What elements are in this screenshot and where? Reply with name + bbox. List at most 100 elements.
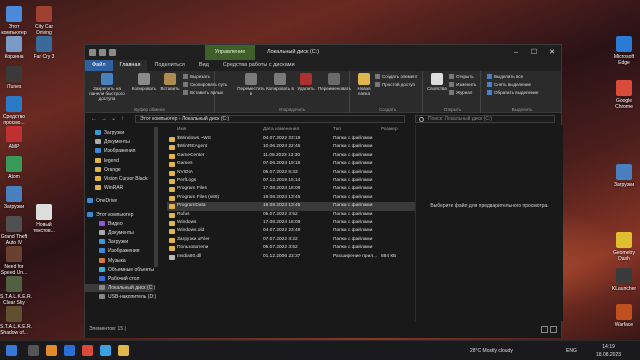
desktop-icon[interactable]: S.T.A.L.K.E.R. Shadow of...: [0, 306, 32, 336]
paste-button[interactable]: Вставить: [159, 73, 181, 91]
file-row[interactable]: ProgramData 18.08.2023 13:45 Папка с файла…: [167, 202, 415, 211]
maximize-button[interactable]: ☐: [525, 45, 543, 60]
nav-item[interactable]: Документы: [85, 138, 153, 146]
start-icon[interactable]: [6, 345, 17, 356]
file-row[interactable]: Windows.old 04.07.2022 23:49 Папка с файла…: [167, 227, 415, 235]
chrome-icon[interactable]: [82, 345, 93, 356]
pin-button[interactable]: Закрепить на панели быстрого доступа: [87, 73, 127, 101]
language-indicator[interactable]: ENG: [566, 341, 577, 360]
app-icon[interactable]: [46, 345, 57, 356]
edge-icon[interactable]: [64, 345, 75, 356]
properties-button[interactable]: Свойства: [427, 73, 447, 91]
file-row[interactable]: $WinREAgent 10.06.2023 22:45 Папка с файла…: [167, 143, 415, 151]
browser-icon[interactable]: [100, 345, 111, 356]
column-type[interactable]: Тип: [333, 125, 341, 134]
nav-item[interactable]: Объемные объекты: [85, 266, 154, 274]
close-button[interactable]: ✕: [543, 45, 561, 60]
copy-path-button[interactable]: Скопировать путь: [183, 82, 227, 88]
desktop-icon[interactable]: AMP: [0, 126, 28, 150]
file-row[interactable]: Program Files (x86) 18.08.2023 13:45 Папка…: [167, 194, 415, 202]
edit-button[interactable]: Изменить: [449, 82, 476, 88]
clock[interactable]: 14:19 18.08.2023: [596, 343, 621, 359]
file-explorer-icon[interactable]: [118, 345, 129, 356]
delete-button[interactable]: Удалить: [295, 73, 317, 91]
folder-icon[interactable]: [89, 49, 96, 56]
nav-item[interactable]: Этот компьютер: [85, 211, 153, 219]
nav-item[interactable]: Vision Cursor Black: [85, 175, 153, 183]
nav-item[interactable]: Документы: [85, 229, 153, 237]
column-name[interactable]: Имя: [177, 125, 186, 134]
nav-item[interactable]: Загрузки: [85, 238, 153, 246]
desktop-icon[interactable]: Grand Theft Auto IV: [0, 216, 28, 246]
nav-item[interactable]: USB-накопитель (D:): [85, 293, 156, 301]
desktop-icon[interactable]: Google Chrome: [610, 80, 638, 110]
select-all-button[interactable]: Выделить все: [487, 74, 523, 80]
tab-home[interactable]: Главная: [112, 60, 148, 71]
column-size[interactable]: Размер: [381, 125, 398, 134]
desktop-icon[interactable]: Загрузки: [0, 186, 28, 210]
tiles-view-icon[interactable]: [550, 326, 557, 333]
desktop-icon[interactable]: Корзина: [0, 36, 28, 60]
desktop-icon[interactable]: City Car Driving: [30, 6, 58, 36]
new-folder-icon[interactable]: [109, 49, 116, 56]
file-row[interactable]: Пользователи 05.07.2022 3:52 Папка с файла…: [167, 244, 415, 252]
back-arrow-icon[interactable]: ←: [91, 113, 97, 125]
desktop-icon[interactable]: S.T.A.L.K.E.R. Clear Sky: [0, 276, 32, 306]
nav-item[interactable]: Рабочий стол: [85, 275, 153, 283]
new-item-button[interactable]: Создать элемент: [375, 74, 418, 80]
copy-to-button[interactable]: Копировать в: [266, 73, 294, 91]
nav-item[interactable]: Локальный диск (C:): [85, 284, 155, 293]
open-button[interactable]: Открыть: [449, 74, 474, 80]
desktop-icon[interactable]: Far Cry 3: [30, 36, 58, 60]
column-date[interactable]: Дата изменения: [263, 125, 299, 134]
tab-drive-tools[interactable]: Средства работы с дисками: [216, 60, 302, 71]
file-row[interactable]: Games 07.06.2023 19:16 Папка с файлами: [167, 160, 415, 168]
move-to-button[interactable]: Переместить в: [237, 73, 265, 96]
select-none-button[interactable]: Снять выделение: [487, 82, 531, 88]
file-row[interactable]: PerfLogs 07.12.2019 15:14 Папка с файлами: [167, 177, 415, 185]
tab-manage[interactable]: Управление: [205, 45, 255, 60]
rename-button[interactable]: Переименовать: [318, 73, 351, 91]
desktop-icon[interactable]: Этот компьютер: [0, 6, 28, 36]
search-input[interactable]: Поиск: Локальный диск (C:): [415, 115, 555, 123]
file-row[interactable]: $Windows.~WS 04.07.2022 23:19 Папка с файл…: [167, 135, 415, 143]
address-bar[interactable]: Этот компьютер › Локальный диск (C:): [135, 115, 405, 123]
nav-item[interactable]: Загрузки: [85, 129, 153, 137]
file-row[interactable]: msdia80.dll 01.12.2006 23:37 Расширение пр…: [167, 253, 415, 261]
desktop-icon[interactable]: Новый текстов...: [30, 204, 58, 234]
nav-item[interactable]: Изображения: [85, 147, 153, 155]
properties-icon[interactable]: [99, 49, 106, 56]
nav-item[interactable]: legend: [85, 157, 153, 165]
new-folder-button[interactable]: Новая папка: [355, 73, 373, 96]
nav-item[interactable]: Изображения: [85, 247, 153, 255]
desktop-icon[interactable]: Geometry Dash: [610, 232, 638, 262]
tab-file[interactable]: Файл: [85, 60, 113, 71]
cut-button[interactable]: Вырезать: [183, 74, 210, 80]
forward-arrow-icon[interactable]: →: [101, 113, 107, 125]
desktop-icon[interactable]: iTunes: [0, 66, 28, 90]
nav-item[interactable]: Orange: [85, 166, 153, 174]
tab-view[interactable]: Вид: [192, 60, 216, 71]
paste-shortcut-button[interactable]: Вставить ярлык: [183, 90, 223, 96]
nav-item[interactable]: OneDrive: [85, 197, 153, 205]
weather[interactable]: 28°C Mostly cloudy: [470, 341, 513, 360]
file-row[interactable]: Windows 17.08.2023 18:09 Папка с файлами: [167, 219, 415, 227]
file-row[interactable]: Program Files 17.08.2023 18:08 Папка с фай…: [167, 185, 415, 193]
chevron-down-icon[interactable]: ⌄: [111, 113, 116, 125]
file-row[interactable]: Rufus 05.07.2022 3:52 Папка с файлами: [167, 211, 415, 219]
nav-scrollbar[interactable]: [154, 127, 158, 267]
desktop-icon[interactable]: Средство просмо...: [0, 96, 28, 126]
details-view-icon[interactable]: [541, 326, 548, 333]
nav-item[interactable]: Видео: [85, 220, 153, 228]
desktop-icon[interactable]: Загрузки: [610, 164, 638, 188]
tab-share[interactable]: Поделиться: [147, 60, 191, 71]
desktop-icon[interactable]: KLauncher: [610, 268, 638, 292]
history-button[interactable]: Журнал: [449, 90, 472, 96]
nav-item[interactable]: Музыка: [85, 257, 153, 265]
desktop-icon[interactable]: Warface: [610, 304, 638, 328]
file-row[interactable]: GameCenter 11.08.2023 13:30 Папка с файлам…: [167, 152, 415, 160]
search-icon[interactable]: [28, 345, 39, 356]
desktop-icon[interactable]: Microsoft Edge: [610, 36, 638, 66]
easy-access-button[interactable]: Простой доступ: [375, 82, 415, 88]
minimize-button[interactable]: –: [507, 45, 525, 60]
